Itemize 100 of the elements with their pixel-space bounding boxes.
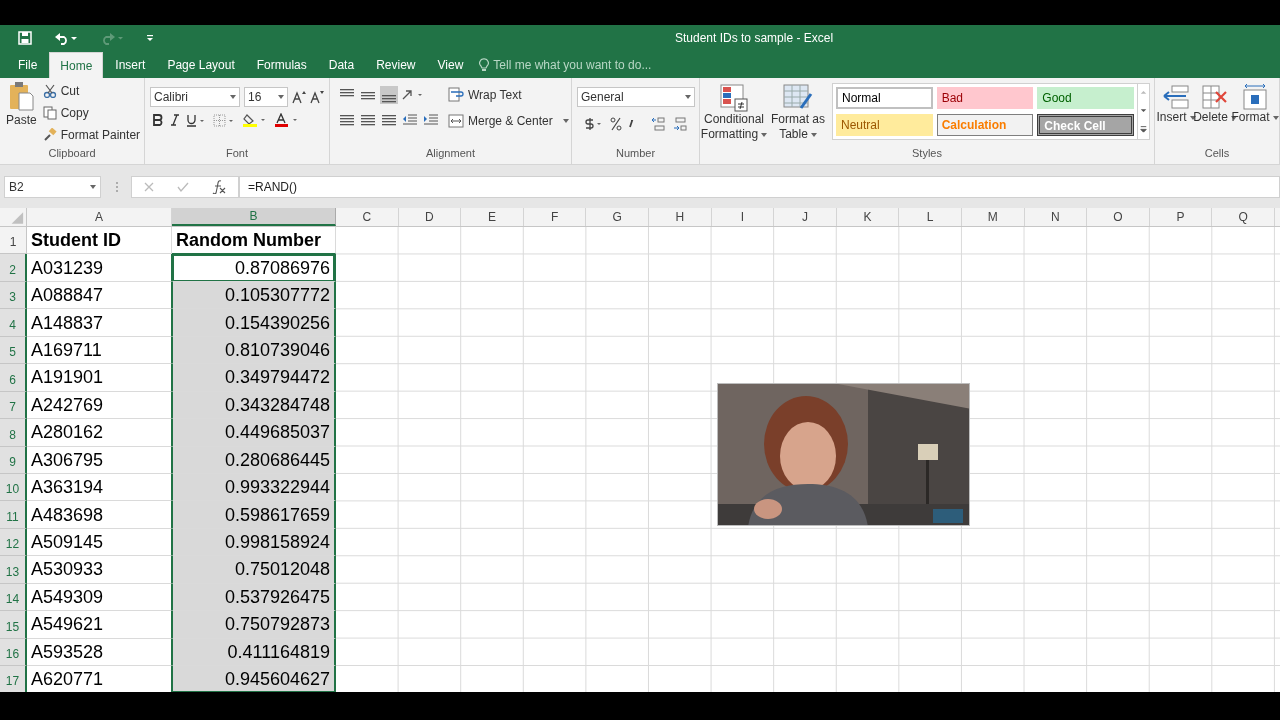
borders-icon[interactable]: [213, 113, 235, 127]
cell-style-option[interactable]: Good: [1037, 87, 1134, 109]
cell-style-option[interactable]: Bad: [936, 87, 1034, 109]
ribbon-tab[interactable]: Home: [49, 52, 104, 78]
merge-center-button[interactable]: Merge & Center: [448, 112, 569, 130]
increase-decimal-icon[interactable]: [650, 116, 666, 132]
insert-cells-button[interactable]: Insert: [1157, 78, 1195, 146]
row-header[interactable]: 6: [0, 364, 27, 392]
table-cell: 0.750792873: [172, 611, 336, 639]
table-cell: A031239: [27, 254, 172, 282]
table-cell: A169711: [27, 336, 172, 365]
column-header[interactable]: E: [461, 208, 524, 226]
format-as-table-button[interactable]: Format as Table: [768, 78, 828, 146]
save-icon[interactable]: [18, 30, 32, 45]
column-header[interactable]: P: [1149, 208, 1213, 226]
tell-me-field[interactable]: Tell me what you want to do...: [493, 56, 694, 74]
row-header[interactable]: 13: [0, 556, 27, 584]
conditional-formatting-button[interactable]: Conditional Formatting: [700, 78, 768, 146]
row-header[interactable]: 1: [0, 227, 27, 255]
undo-icon[interactable]: [54, 30, 78, 45]
ribbon-tab[interactable]: Page Layout: [157, 52, 245, 78]
decrease-font-icon[interactable]: [310, 90, 324, 104]
conditional-formatting-icon: [720, 84, 748, 112]
ribbon-tab[interactable]: File: [8, 52, 48, 78]
column-header[interactable]: I: [711, 208, 775, 226]
cut-button[interactable]: Cut: [42, 82, 141, 100]
percent-icon[interactable]: [610, 117, 622, 131]
formula-field[interactable]: =RAND(): [239, 176, 1280, 198]
row-header[interactable]: 16: [0, 638, 27, 666]
row-header[interactable]: 12: [0, 528, 27, 557]
name-box[interactable]: B2: [4, 176, 101, 198]
table-cell: 0.598617659: [172, 501, 336, 529]
number-format-dropdown[interactable]: General: [577, 87, 695, 107]
table-cell: A363194: [27, 473, 172, 502]
table-cell: 0.810739046: [172, 336, 336, 365]
format-cells-icon: [1241, 84, 1269, 110]
group-label: Font: [226, 146, 248, 162]
table-cell: 0.280686445: [172, 446, 336, 474]
format-painter-button[interactable]: Format Painter: [42, 126, 141, 144]
column-header[interactable]: C: [336, 208, 399, 226]
table-cell: A509145: [27, 528, 172, 557]
column-header[interactable]: B: [172, 208, 336, 226]
table-cell: Student ID: [27, 227, 172, 255]
column-header[interactable]: O: [1087, 208, 1150, 226]
row-header[interactable]: 14: [0, 583, 27, 612]
cell-style-option[interactable]: Neutral: [836, 113, 933, 136]
italic-icon[interactable]: [171, 114, 179, 126]
column-header[interactable]: G: [586, 208, 649, 226]
ribbon-tab[interactable]: Insert: [105, 52, 156, 78]
ribbon-tab[interactable]: Formulas: [246, 52, 317, 78]
row-header[interactable]: 8: [0, 419, 27, 447]
underline-icon[interactable]: [187, 113, 205, 127]
clipboard-icon: [8, 81, 35, 111]
row-header[interactable]: 10: [0, 473, 27, 502]
column-header[interactable]: K: [836, 208, 900, 226]
column-header[interactable]: Q: [1212, 208, 1275, 226]
row-header[interactable]: 7: [0, 391, 27, 420]
column-header[interactable]: F: [523, 208, 587, 226]
row-header[interactable]: 9: [0, 446, 27, 474]
column-header[interactable]: J: [774, 208, 837, 226]
ribbon-tab[interactable]: Review: [366, 52, 426, 78]
column-header[interactable]: N: [1024, 208, 1088, 226]
row-header[interactable]: 17: [0, 666, 27, 692]
ribbon-tab[interactable]: Data: [318, 52, 365, 78]
group-label: Alignment: [426, 146, 475, 162]
currency-icon[interactable]: [582, 116, 604, 132]
row-header[interactable]: 4: [0, 309, 27, 337]
decrease-decimal-icon[interactable]: [672, 116, 688, 132]
column-header[interactable]: D: [398, 208, 462, 226]
font-size-dropdown[interactable]: 16: [244, 87, 288, 107]
table-cell: A549309: [27, 583, 172, 612]
customize-icon[interactable]: [146, 33, 154, 42]
row-header[interactable]: 5: [0, 336, 27, 365]
bold-icon[interactable]: [153, 114, 163, 126]
table-cell: 0.993322944: [172, 473, 336, 502]
font-name-dropdown[interactable]: Calibri: [150, 87, 240, 107]
column-header[interactable]: L: [899, 208, 962, 226]
paintbrush-icon: [42, 128, 57, 142]
row-header[interactable]: 11: [0, 501, 27, 529]
table-cell: 0.945604627: [172, 666, 336, 692]
grip-icon: [115, 181, 119, 193]
gallery-scroll-icon[interactable]: [1137, 84, 1149, 139]
column-header[interactable]: M: [961, 208, 1025, 226]
bottom-align-icon[interactable]: [380, 86, 398, 104]
scissors-icon: [42, 84, 57, 98]
row-header[interactable]: 15: [0, 611, 27, 639]
increase-font-icon[interactable]: [292, 90, 306, 104]
function-icon[interactable]: [212, 180, 227, 194]
paste-button[interactable]: Paste: [0, 78, 43, 146]
fill-color-icon[interactable]: [243, 113, 267, 127]
ribbon-tab[interactable]: View: [427, 52, 474, 78]
table-cell: 0.75012048: [172, 556, 336, 584]
column-header[interactable]: H: [648, 208, 712, 226]
cell-style-option[interactable]: Normal: [836, 87, 933, 109]
table-cell: A483698: [27, 501, 172, 529]
row-header[interactable]: 3: [0, 281, 27, 310]
font-color-icon[interactable]: [275, 113, 299, 127]
wrap-text-button[interactable]: Wrap Text: [448, 86, 569, 104]
copy-button[interactable]: Copy: [42, 104, 141, 122]
row-header[interactable]: 2: [0, 254, 27, 282]
